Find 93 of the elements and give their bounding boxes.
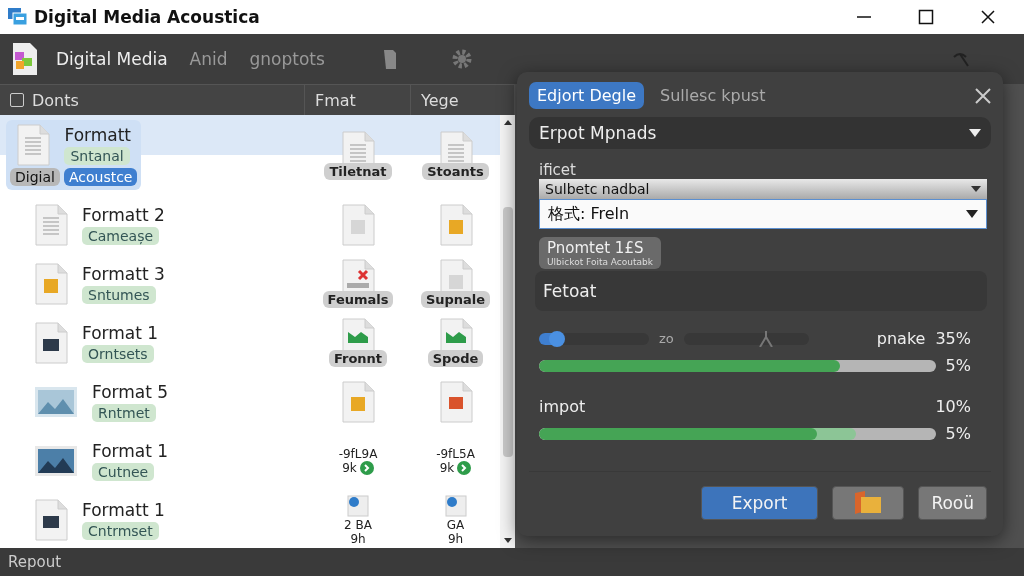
file-tag: Cntrmset [82,521,159,540]
app-logo-icon [12,42,38,76]
make-label: pnake [876,329,926,348]
close-button[interactable] [975,87,991,104]
document-icon [346,493,370,518]
document-icon [16,124,51,166]
file-tag: Sntumes [82,285,156,304]
cell-text: -9fL5A [436,446,475,461]
cell-text: 9h [447,531,464,546]
file-name: Format 1 [92,440,169,461]
folder-button[interactable] [832,486,905,520]
preset-dropdown[interactable]: Erpot Mpnads [529,117,991,149]
dropdown-caret-icon [971,186,981,192]
chip-subtitle: Ulbickot Foita Acoutabk [547,257,653,267]
file-tag: Sntanal [64,147,130,165]
file-name: Formatt 2 [82,204,165,225]
cell-text: 9h [350,531,366,546]
check-icon [457,460,472,475]
column-header[interactable]: Yege [421,90,459,110]
file-label: Tiletnat [324,162,392,180]
format-dropdown[interactable]: 格式: Freln [539,199,987,229]
app-icon [8,8,28,26]
cell-text: 9k [439,460,455,475]
file-chip[interactable]: Acoustce [63,168,138,186]
preset-chip[interactable]: Pnomtet 1£S Ulbickot Foita Acoutabk [539,237,661,269]
dropdown-caret-icon [969,129,981,137]
scrollbar[interactable] [500,115,515,548]
file-label: Stoants [422,162,489,180]
document-icon [438,203,473,246]
percent-value: 5% [945,424,971,443]
file-label: Feumals [322,291,394,308]
document-icon[interactable] [382,48,397,70]
column-header[interactable]: Fmat [315,90,356,110]
file-tag: Cameașe [82,226,160,245]
document-icon [443,493,468,518]
document-icon [438,380,473,423]
dialog-button[interactable]: Rooü [918,486,987,520]
file-label: Spode [427,350,484,367]
input-label: impot [539,397,586,416]
cell-text: -9fL9A [338,446,378,461]
document-icon [341,380,375,423]
scroll-down-icon[interactable] [503,538,512,544]
file-chip[interactable]: Digial [10,168,60,186]
toolbar-item[interactable]: Digital Media [52,49,172,69]
document-icon [34,262,68,305]
cell-text: 9k [342,460,357,475]
slider[interactable] [683,332,809,345]
cell-text: 2 BA [344,517,372,532]
settings-icon[interactable] [450,48,473,70]
file-label: Fronnt [328,350,388,367]
export-button[interactable]: Export [700,486,819,520]
chip-title: Pnomtet 1£S [547,239,645,257]
maximize-icon [918,9,934,25]
minimize-icon [856,16,872,18]
file-tag: Cutnee [92,462,155,481]
select-all-checkbox[interactable] [10,93,24,107]
cell-text: GA [446,517,465,532]
file-name: Formatt 1 [82,499,165,520]
image-icon [34,384,78,419]
folder-icon [853,491,884,515]
percent-value: 10% [935,397,971,416]
input-field[interactable]: Fetoat [535,271,987,311]
file-name: Formatt [64,125,132,145]
file-tag: Orntsets [82,344,154,363]
document-icon [34,498,68,541]
percent-value: 5% [945,356,971,375]
file-name: Format 1 [82,322,159,343]
document-icon [34,321,68,364]
dropdown-caret-icon [966,210,978,218]
image-icon [34,443,78,478]
slider-value: zo [659,331,674,346]
document-icon [341,203,375,246]
window-title: Digital Media Acoustica [34,7,261,27]
toolbar-item[interactable]: gnoptots [245,49,329,69]
slider[interactable] [539,332,649,345]
dialog-tab[interactable]: Sullesc kpust [652,82,774,109]
toolbar-item[interactable]: Anid [185,49,232,69]
close-icon [980,9,996,25]
file-name: Format 5 [92,381,169,402]
field-label: ificet [539,161,577,179]
close-icon [975,87,991,104]
slider-handle-icon[interactable] [758,330,775,347]
status-text: Repout [8,553,62,571]
select-dropdown[interactable]: Sulbetc nadbal [539,179,987,199]
file-tag: Rntmet [92,403,156,422]
dialog-tab[interactable]: Edjort Degle [529,82,645,109]
file-label: Supnale [420,291,491,308]
percent-value: 35% [935,329,971,348]
scroll-up-icon[interactable] [503,119,512,125]
file-name: Formatt 3 [82,263,165,284]
document-icon [34,203,68,246]
check-icon [359,460,374,475]
column-header[interactable]: Donts [32,90,79,110]
